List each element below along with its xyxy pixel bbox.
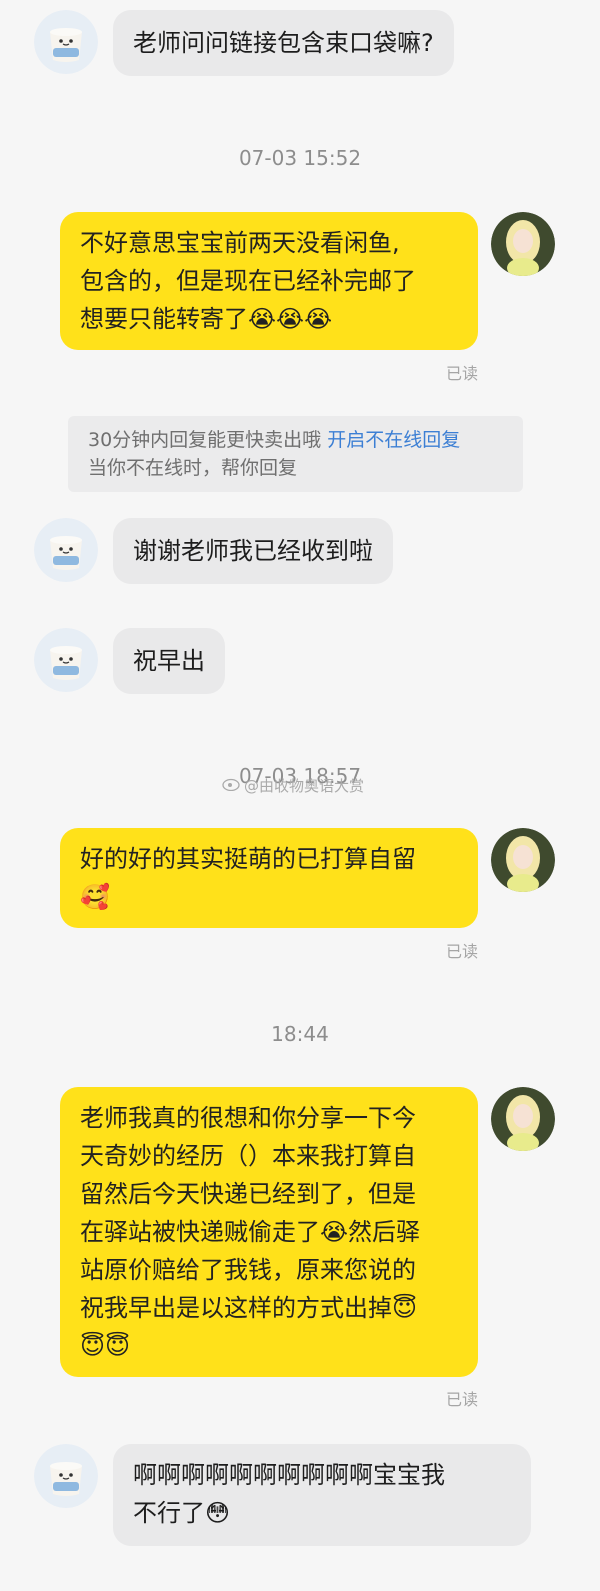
read-status: 已读 [446,942,479,961]
enable-offline-reply-link[interactable]: 开启不在线回复 [327,429,460,451]
notice-text: 30分钟内回复能更快卖出哦 [88,429,322,451]
message-bubble-incoming[interactable]: 老师问问链接包含束口袋嘛? [113,10,454,76]
yogurt-avatar-icon[interactable] [34,518,98,582]
watermark-text: @由收物奥语大赏 [244,777,365,795]
message-text: 啊啊啊啊啊啊啊啊啊啊宝宝我 不行了😳 [133,1461,445,1527]
notice-line-1: 30分钟内回复能更快卖出哦 开启不在线回复 [88,426,503,454]
message-bubble-outgoing[interactable]: 不好意思宝宝前两天没看闲鱼, 包含的，但是现在已经补完邮了 想要只能转寄了😭😭😭 [60,212,478,350]
message-bubble-outgoing[interactable]: 好的好的其实挺萌的已打算自留 🥰 [60,828,478,928]
timestamp: 07-03 15:52 [238,146,362,170]
message-bubble-incoming[interactable]: 祝早出 [113,628,225,694]
message-bubble-incoming[interactable]: 谢谢老师我已经收到啦 [113,518,393,584]
read-status: 已读 [446,1390,479,1409]
yogurt-avatar-icon[interactable] [34,10,98,74]
message-text: 不好意思宝宝前两天没看闲鱼, 包含的，但是现在已经补完邮了 想要只能转寄了😭😭😭 [80,229,416,333]
doll-avatar-icon[interactable] [491,1087,555,1151]
message-text: 老师我真的很想和你分享一下今 天奇妙的经历（）本来我打算自 留然后今天快递已经到… [80,1104,421,1360]
watermark: @由收物奥语大赏 [222,775,364,796]
weibo-icon [222,777,240,795]
yogurt-avatar-icon[interactable] [34,628,98,692]
doll-avatar-icon[interactable] [491,828,555,892]
message-text: 好的好的其实挺萌的已打算自留 🥰 [80,845,416,911]
doll-avatar-icon[interactable] [491,212,555,276]
message-text: 谢谢老师我已经收到啦 [133,537,373,565]
message-bubble-incoming[interactable]: 啊啊啊啊啊啊啊啊啊啊宝宝我 不行了😳 [113,1444,531,1546]
auto-reply-notice: 30分钟内回复能更快卖出哦 开启不在线回复 当你不在线时，帮你回复 [68,416,523,492]
read-status: 已读 [446,364,479,383]
message-text: 祝早出 [133,647,205,675]
yogurt-avatar-icon[interactable] [34,1444,98,1508]
timestamp: 18:44 [271,1022,329,1046]
message-text: 老师问问链接包含束口袋嘛? [133,29,434,57]
notice-line-2: 当你不在线时，帮你回复 [88,457,298,479]
message-bubble-outgoing[interactable]: 老师我真的很想和你分享一下今 天奇妙的经历（）本来我打算自 留然后今天快递已经到… [60,1087,478,1377]
